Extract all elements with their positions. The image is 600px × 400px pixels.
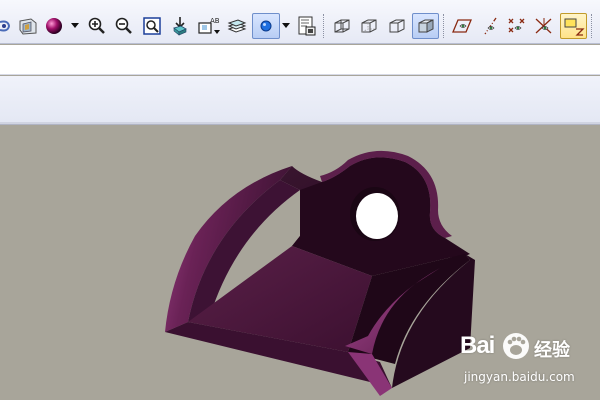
- datum-axes-icon[interactable]: [478, 14, 502, 38]
- appearance-dropdown-arrow-icon[interactable]: [69, 14, 81, 38]
- saved-views-icon[interactable]: [16, 14, 40, 38]
- watermark-brand: Bai: [460, 332, 495, 359]
- refit-icon[interactable]: [141, 14, 163, 38]
- display-style-dropdown-arrow-icon[interactable]: [281, 14, 291, 38]
- view-manager-icon[interactable]: AB: [197, 14, 223, 38]
- spin-center-icon[interactable]: [0, 14, 12, 38]
- toolbar-separator: [443, 14, 445, 38]
- wireframe-icon[interactable]: [330, 14, 354, 38]
- hidden-line-icon[interactable]: [357, 14, 381, 38]
- reorient-icon[interactable]: [169, 14, 191, 38]
- display-style-icon[interactable]: [252, 13, 280, 39]
- toolbar-separator: [591, 14, 593, 38]
- watermark-url: jingyan.baidu.com: [464, 370, 575, 384]
- model-tree-icon[interactable]: [296, 14, 318, 38]
- viewport-divider: [0, 122, 600, 125]
- appearance-ball-icon[interactable]: [44, 14, 64, 38]
- shading-icon[interactable]: [412, 13, 439, 39]
- zoom-in-icon[interactable]: [86, 14, 108, 38]
- datum-points-icon[interactable]: [505, 14, 529, 38]
- command-area: [0, 45, 600, 75]
- zoom-out-icon[interactable]: [113, 14, 135, 38]
- paw-icon: [501, 331, 531, 365]
- toolbar-separator: [323, 14, 325, 38]
- annotations-icon[interactable]: [560, 13, 587, 39]
- datum-planes-icon[interactable]: [450, 14, 474, 38]
- baidu-watermark: Bai 经验 jingyan.baidu.com: [458, 330, 598, 396]
- main-toolbar: AB: [0, 0, 600, 44]
- coordinate-systems-icon[interactable]: [532, 14, 556, 38]
- mounting-hole-opening: [356, 193, 398, 239]
- dashboard-area: [0, 76, 600, 122]
- layers-icon[interactable]: [226, 14, 248, 38]
- watermark-brand-suffix: 经验: [534, 340, 570, 361]
- ab-label: AB: [210, 17, 220, 25]
- no-hidden-icon[interactable]: [385, 14, 409, 38]
